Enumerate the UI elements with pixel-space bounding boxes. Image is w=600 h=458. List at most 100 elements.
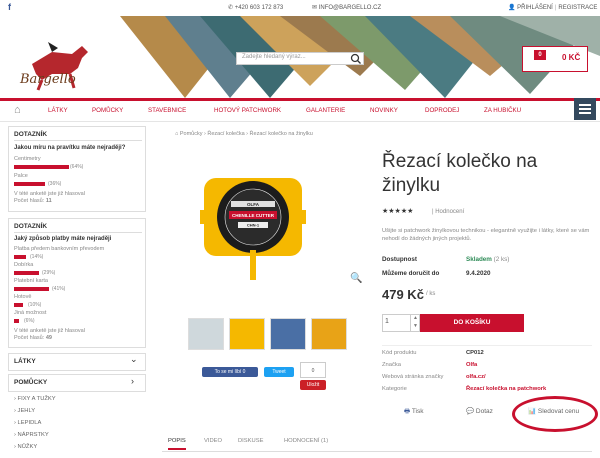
product-description: Ušijte si patchwork žinylkovou technikou… <box>382 228 590 242</box>
param-value-brand[interactable]: Olfa <box>466 362 477 368</box>
poll-option-label[interactable]: Palce <box>14 173 28 179</box>
nav-item-galanterie[interactable]: GALANTERIE <box>306 107 345 114</box>
rating-stars[interactable]: ★★★★★ <box>382 207 413 215</box>
nav-item-stavebnice[interactable]: STAVEBNICE <box>148 107 186 114</box>
menu-icon[interactable] <box>574 98 596 120</box>
phone-link[interactable]: ✆ +420 603 172 873 <box>228 4 283 11</box>
poll-1-question: Jakou míru na pravítku máte nejraději? <box>14 145 126 151</box>
user-icon: 👤 <box>508 5 516 11</box>
sidebar-subitem-jehly[interactable]: › JEHLY <box>14 408 35 414</box>
product-thumbnail[interactable] <box>188 318 224 350</box>
sidebar-subitem-naprstky[interactable]: › NÁPRSTKY <box>14 432 49 438</box>
question-button[interactable]: 💬 Dotaz <box>466 407 493 415</box>
mail-icon: ✉ <box>312 5 319 11</box>
login-link[interactable]: PŘIHLÁŠENÍ <box>517 5 553 11</box>
sidebar-subitem-fixy[interactable]: › FIXY A TUŽKY <box>14 396 56 402</box>
poll-1-vote-count: Počet hlasů: 11 <box>14 198 52 204</box>
poll-option-bar <box>14 182 45 186</box>
logo-text: Bargello <box>20 72 76 87</box>
search-icon[interactable] <box>348 52 364 65</box>
poll-option-label[interactable]: Centimetry <box>14 156 41 162</box>
print-button[interactable]: 🖶 Tisk <box>404 407 424 418</box>
nav-item-za-hubicku[interactable]: ZA HUBIČKU <box>484 107 521 114</box>
poll-2-vote-count: Počet hlasů: 49 <box>14 335 52 341</box>
poll-option-bar <box>14 271 39 275</box>
poll-option-pct: (14%) <box>30 254 44 260</box>
poll-option-label[interactable]: Jiná možnost <box>14 310 46 316</box>
product-image[interactable]: OLFA CHENILLE CUTTER CHN-1 <box>200 160 306 292</box>
phone-icon: ✆ <box>228 5 235 11</box>
poll-1-title: DOTAZNÍK <box>14 131 48 138</box>
availability-value: Skladem (2 ks) <box>466 256 510 263</box>
facebook-icon[interactable]: f <box>8 2 11 12</box>
param-value-category[interactable]: Řezací kolečka na patchwork <box>466 386 546 392</box>
zoom-icon[interactable]: 🔍 <box>350 273 362 284</box>
tab-popis[interactable]: POPIS <box>168 438 186 450</box>
nav-item-novinky[interactable]: NOVINKY <box>370 107 398 114</box>
pin-count: 0 <box>300 362 326 378</box>
image-brand: OLFA <box>247 202 260 207</box>
divider <box>14 140 142 141</box>
product-thumbnail[interactable] <box>311 318 347 350</box>
image-product-name: CHENILLE CUTTER <box>232 213 275 218</box>
chat-icon: 💬 <box>466 408 476 415</box>
poll-option-pct: (6%) <box>24 318 35 324</box>
chevron-right-icon: › <box>131 376 134 386</box>
tab-hodnoceni[interactable]: HODNOCENÍ (1) <box>284 438 328 444</box>
poll-option-label[interactable]: Hotově <box>14 294 31 300</box>
phone-text: +420 603 172 873 <box>234 5 284 11</box>
poll-option-bar <box>14 255 27 259</box>
email-link[interactable]: ✉ INFO@BARGELLO.CZ <box>312 4 381 11</box>
tab-video[interactable]: VIDEO <box>204 438 222 444</box>
nav-item-latky[interactable]: LÁTKY <box>48 107 68 114</box>
print-icon: 🖶 <box>404 408 412 415</box>
price-unit: / ks <box>426 291 436 297</box>
sidebar-subitem-lepidla[interactable]: › LEPIDLA <box>14 420 41 426</box>
poll-option-label[interactable]: Platba předem bankovním převodem <box>14 246 104 252</box>
account-links: 👤 PŘIHLÁŠENÍ | REGISTRACE <box>508 5 598 11</box>
register-link[interactable]: REGISTRACE <box>558 5 597 11</box>
param-label: Kód produktu <box>382 350 417 356</box>
image-model: CHN-1 <box>247 223 260 228</box>
poll-option-bar <box>14 165 70 169</box>
param-value-website[interactable]: olfa.cz/ <box>466 374 486 380</box>
tab-diskuse[interactable]: DISKUSE <box>238 438 263 444</box>
product-thumbnail[interactable] <box>270 318 306 350</box>
delivery-date: 9.4.2020 <box>466 270 491 277</box>
param-value: CP012 <box>466 350 484 356</box>
nav-item-hotovy-patchwork[interactable]: HOTOVÝ PATCHWORK <box>214 107 281 114</box>
breadcrumb[interactable]: ⌂ Pomůcky › Řezací kolečka › Řezací kole… <box>175 131 313 137</box>
poll-2-question: Jaký způsob platby máte nejraději <box>14 236 112 242</box>
poll-2-voted-note: V tété anketě jste již hlasoval <box>14 328 85 334</box>
product-thumbnail[interactable] <box>229 318 265 350</box>
nav-item-pomucky[interactable]: POMŮCKY <box>92 107 123 114</box>
poll-option-pct: (41%) <box>52 286 66 292</box>
email-text: INFO@BARGELLO.CZ <box>318 5 382 11</box>
chevron-down-icon: ⌄ <box>130 354 138 364</box>
poll-option-pct: (29%) <box>42 270 56 276</box>
delivery-label: Můžeme doručit do <box>382 270 440 277</box>
poll-option-label[interactable]: Platební karta <box>14 278 48 284</box>
add-to-cart-button[interactable]: DO KOŠÍKU <box>420 314 524 332</box>
poll-option-pct: (64%) <box>70 164 84 170</box>
sidebar-category-label: POMŮCKY <box>14 379 48 386</box>
poll-option-bar <box>14 287 50 291</box>
param-label: Značka <box>382 362 402 368</box>
product-tabs <box>162 434 592 452</box>
poll-2-title: DOTAZNÍK <box>14 223 48 230</box>
cart-amount: 0 KČ <box>562 53 581 62</box>
reviews-link[interactable]: | Hodnocení <box>432 209 464 215</box>
pinterest-save-button[interactable]: Uložit <box>300 380 326 390</box>
poll-option-label[interactable]: Dobírka <box>14 262 33 268</box>
poll-option-pct: (10%) <box>28 302 42 308</box>
tweet-button[interactable]: Tweet <box>264 367 294 377</box>
nav-item-doprodej[interactable]: DOPRODEJ <box>425 107 459 114</box>
quantity-value[interactable]: 1 <box>385 318 389 325</box>
sidebar-subitem-nuzky[interactable]: › NŮŽKY <box>14 444 37 450</box>
divider <box>14 232 142 233</box>
product-title: Řezací kolečko na žinylku <box>382 151 538 196</box>
sidebar-category-label: LÁTKY <box>14 358 36 365</box>
quantity-arrows[interactable]: ▲ ▼ <box>410 314 420 332</box>
facebook-like-button[interactable]: To se mi líbí 0 <box>202 367 258 377</box>
home-icon[interactable]: ⌂ <box>14 104 21 116</box>
